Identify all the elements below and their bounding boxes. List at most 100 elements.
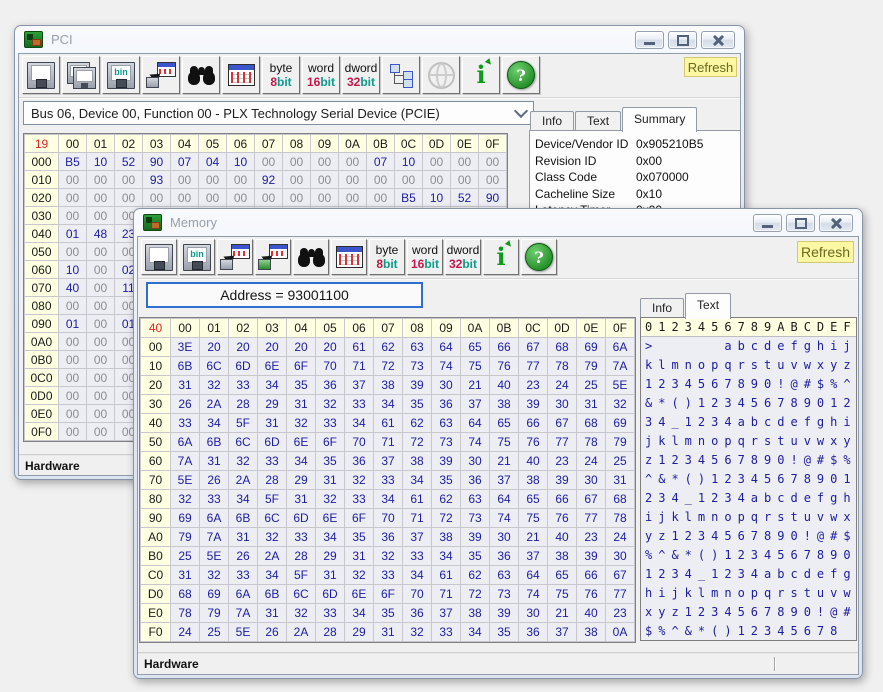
hex-cell[interactable]: 29	[316, 547, 345, 566]
hex-cell[interactable]: 72	[403, 433, 432, 452]
hex-cell[interactable]: 2A	[200, 395, 229, 414]
hex-cell[interactable]: 36	[461, 471, 490, 490]
dword-32bit-button[interactable]: dword32bit	[445, 239, 481, 275]
hex-cell[interactable]: 72	[374, 357, 403, 376]
hex-cell[interactable]: 76	[519, 433, 548, 452]
hex-cell[interactable]: 00	[451, 171, 479, 189]
hex-cell[interactable]: 33	[229, 566, 258, 585]
hex-cell[interactable]: 32	[200, 566, 229, 585]
hex-cell[interactable]: 34	[374, 490, 403, 509]
hex-cell[interactable]: 10	[395, 153, 423, 171]
hex-cell[interactable]: 40	[59, 279, 87, 297]
info-button[interactable]: i	[462, 56, 500, 94]
hex-cell[interactable]: 30	[577, 471, 606, 490]
hex-cell[interactable]: 6D	[316, 585, 345, 604]
hex-cell[interactable]: 00	[395, 171, 423, 189]
hex-cell[interactable]: 39	[519, 395, 548, 414]
hex-cell[interactable]: 37	[490, 471, 519, 490]
hex-cell[interactable]: 31	[171, 376, 200, 395]
hex-cell[interactable]: 74	[461, 433, 490, 452]
hex-cell[interactable]: 21	[490, 452, 519, 471]
hex-cell[interactable]: 32	[403, 623, 432, 642]
hex-cell[interactable]: 31	[258, 414, 287, 433]
hex-cell[interactable]: 21	[461, 376, 490, 395]
hex-cell[interactable]: 35	[345, 528, 374, 547]
hex-cell[interactable]: 64	[519, 566, 548, 585]
hex-cell[interactable]: 23	[519, 376, 548, 395]
hex-cell[interactable]: 00	[451, 153, 479, 171]
find-button[interactable]	[182, 56, 220, 94]
hex-cell[interactable]: 76	[490, 357, 519, 376]
hex-cell[interactable]: 79	[200, 604, 229, 623]
hex-cell[interactable]: 66	[490, 338, 519, 357]
hex-cell[interactable]: 62	[432, 490, 461, 509]
hex-cell[interactable]: 38	[490, 395, 519, 414]
hex-cell[interactable]: 63	[403, 338, 432, 357]
hex-cell[interactable]: 33	[345, 395, 374, 414]
hex-cell[interactable]: 6A	[606, 338, 635, 357]
hex-cell[interactable]: 00	[87, 423, 115, 441]
hex-cell[interactable]: 75	[548, 585, 577, 604]
hex-cell[interactable]: 78	[548, 357, 577, 376]
hex-cell[interactable]: 24	[577, 452, 606, 471]
hex-cell[interactable]: 00	[339, 153, 367, 171]
save-all-button[interactable]	[62, 56, 100, 94]
hex-cell[interactable]: 00	[199, 171, 227, 189]
hex-cell[interactable]: 00	[479, 171, 507, 189]
hex-cell[interactable]: 66	[548, 490, 577, 509]
hex-cell[interactable]: 2A	[258, 547, 287, 566]
hex-cell[interactable]: 24	[548, 376, 577, 395]
hex-cell[interactable]: 62	[403, 414, 432, 433]
hex-cell[interactable]: 48	[87, 225, 115, 243]
hex-cell[interactable]: 31	[200, 452, 229, 471]
hex-cell[interactable]: 79	[171, 528, 200, 547]
hex-cell[interactable]: 00	[283, 171, 311, 189]
hex-cell[interactable]: 36	[519, 623, 548, 642]
hex-cell[interactable]: 00	[87, 351, 115, 369]
byte-8bit-button[interactable]: byte8bit	[369, 239, 405, 275]
hex-cell[interactable]: 00	[59, 207, 87, 225]
hex-cell[interactable]: 00	[339, 171, 367, 189]
hex-cell[interactable]: 75	[519, 509, 548, 528]
hex-cell[interactable]: 32	[316, 490, 345, 509]
hex-cell[interactable]: 00	[59, 405, 87, 423]
hex-cell[interactable]: 6B	[229, 509, 258, 528]
hex-cell[interactable]: 77	[548, 433, 577, 452]
hex-cell[interactable]: 30	[519, 604, 548, 623]
hex-cell[interactable]: 66	[577, 566, 606, 585]
hex-cell[interactable]: 34	[258, 376, 287, 395]
hex-cell[interactable]: 00	[59, 387, 87, 405]
hex-cell[interactable]: 31	[258, 604, 287, 623]
hex-cell[interactable]: 69	[606, 414, 635, 433]
hex-cell[interactable]: 34	[403, 566, 432, 585]
hex-cell[interactable]: 39	[490, 604, 519, 623]
hex-cell[interactable]: 6C	[287, 585, 316, 604]
hex-cell[interactable]: 6C	[229, 433, 258, 452]
hex-cell[interactable]: 90	[143, 153, 171, 171]
hex-cell[interactable]: 37	[345, 376, 374, 395]
hex-cell[interactable]: 32	[345, 566, 374, 585]
hex-cell[interactable]: 00	[87, 171, 115, 189]
hex-cell[interactable]: 33	[171, 414, 200, 433]
hex-cell[interactable]: 5E	[200, 547, 229, 566]
hex-cell[interactable]: 69	[171, 509, 200, 528]
hex-cell[interactable]: 92	[255, 171, 283, 189]
hex-cell[interactable]: 25	[606, 452, 635, 471]
hex-cell[interactable]: 40	[577, 604, 606, 623]
hex-cell[interactable]: 00	[143, 189, 171, 207]
memory-close-button[interactable]	[819, 214, 853, 232]
pci-refresh-button[interactable]: Refresh	[684, 57, 737, 77]
hex-cell[interactable]: 70	[345, 433, 374, 452]
hex-cell[interactable]: 04	[199, 153, 227, 171]
pci-maximize-button[interactable]	[668, 31, 697, 49]
hex-cell[interactable]: 34	[461, 623, 490, 642]
hex-cell[interactable]: 38	[519, 471, 548, 490]
hex-cell[interactable]: 6E	[316, 509, 345, 528]
pci-titlebar[interactable]: PCI	[15, 26, 744, 53]
hex-cell[interactable]: 28	[287, 547, 316, 566]
pci-close-button[interactable]	[701, 31, 735, 49]
hex-cell[interactable]: 29	[287, 471, 316, 490]
hex-cell[interactable]: 00	[87, 297, 115, 315]
hex-cell[interactable]: 64	[490, 490, 519, 509]
hex-cell[interactable]: 00	[311, 153, 339, 171]
